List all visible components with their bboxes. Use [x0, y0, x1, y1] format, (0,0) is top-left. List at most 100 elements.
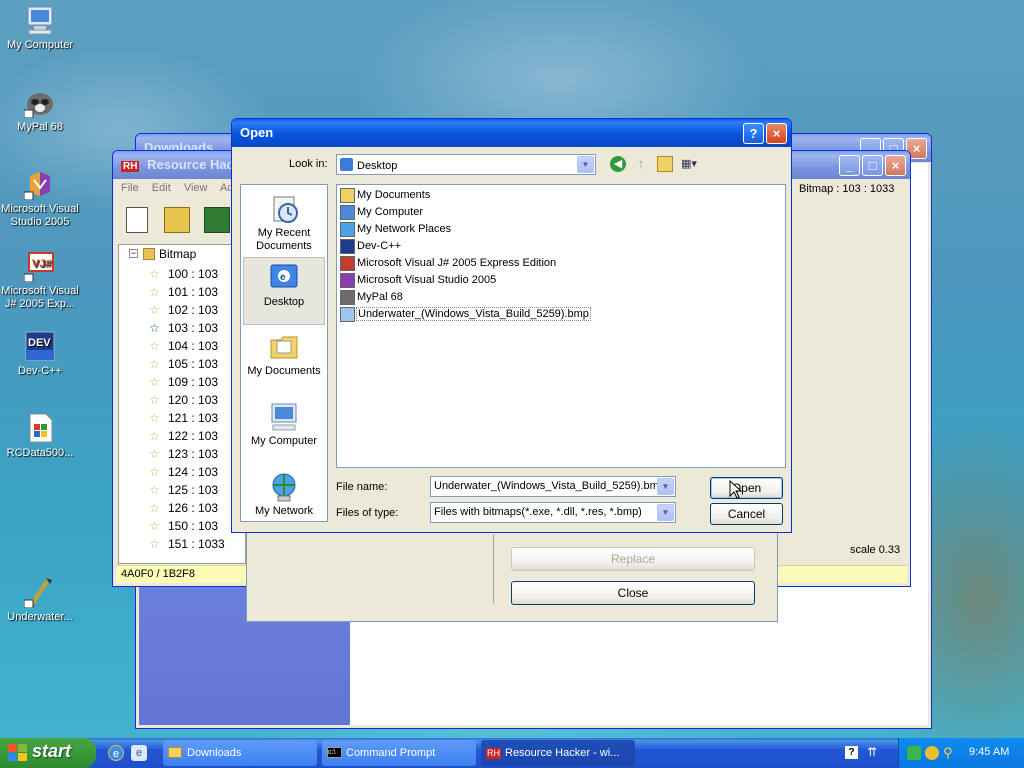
- open-dialog[interactable]: Open ? × Look in: Desktop ▼ ◀ ↑ ▦▾ My Re…: [231, 118, 792, 533]
- file-list-item[interactable]: MyPal 68: [340, 289, 782, 306]
- desktop-icon-label: Microsoft Visual J# 2005 Exp...: [1, 285, 79, 310]
- visual-j-icon: VJ#: [23, 250, 56, 283]
- file-list-item[interactable]: My Documents: [340, 187, 782, 204]
- network-tray-icon[interactable]: [907, 746, 921, 760]
- file-name-label: File name:: [336, 481, 388, 493]
- file-list[interactable]: My Documents My Computer My Network Places…: [336, 184, 786, 468]
- new-folder-icon[interactable]: [657, 156, 673, 172]
- internet-explorer-icon[interactable]: e: [108, 745, 124, 761]
- search-tray-icon[interactable]: ⚲: [943, 746, 957, 760]
- menu-edit[interactable]: Edit: [152, 182, 171, 194]
- start-button[interactable]: start: [0, 738, 96, 768]
- up-folder-icon[interactable]: ↑: [633, 156, 649, 172]
- close-dialog-button[interactable]: Close: [511, 581, 755, 605]
- desktop-icon-label: My Computer: [6, 39, 74, 51]
- close-label: Close: [617, 586, 649, 600]
- new-file-icon[interactable]: [126, 207, 148, 233]
- system-tray: ⚲ 9:45 AM: [898, 738, 1024, 768]
- file-name-text: Microsoft Visual J# 2005 Express Edition: [357, 257, 557, 269]
- task-resource-hacker[interactable]: RH Resource Hacker - wi...: [481, 740, 635, 766]
- place-my-recent-documents[interactable]: My Recent Documents: [243, 189, 325, 257]
- desktop-icon-devcpp[interactable]: DEV Dev-C++: [0, 330, 80, 378]
- file-list-item[interactable]: Microsoft Visual J# 2005 Express Edition: [340, 255, 782, 272]
- task-command-prompt[interactable]: c:\ Command Prompt: [322, 740, 476, 766]
- file-name-text: MyPal 68: [357, 291, 403, 303]
- file-list-item[interactable]: My Computer: [340, 204, 782, 221]
- open-folder-icon[interactable]: [164, 207, 190, 233]
- taskbar: start e e Downloads c:\ Command Prompt R…: [0, 738, 1024, 768]
- close-button[interactable]: ×: [885, 155, 906, 176]
- chevron-up-icon[interactable]: ⇈: [867, 745, 881, 759]
- help-label: ?: [749, 126, 758, 141]
- cancel-button[interactable]: Cancel: [710, 503, 783, 525]
- start-label: start: [32, 741, 72, 761]
- tree-item[interactable]: ☆ 151 : 1033: [149, 535, 225, 553]
- desktop-icon-visual-studio[interactable]: Microsoft Visual Studio 2005: [0, 168, 80, 229]
- open-button[interactable]: Open: [710, 477, 783, 499]
- star-icon: ☆: [149, 465, 160, 479]
- clock[interactable]: 9:45 AM: [969, 746, 1009, 758]
- rh-toolbar: [116, 199, 232, 241]
- tree-item-label: 123 : 103: [168, 447, 219, 461]
- help-button[interactable]: ?: [743, 123, 764, 144]
- back-icon[interactable]: ◀: [610, 156, 626, 172]
- tree-item[interactable]: ☆ 102 : 103: [149, 301, 218, 319]
- desktop-icon-underwater[interactable]: Underwater...: [0, 576, 80, 624]
- desktop-icon-visual-j[interactable]: VJ# Microsoft Visual J# 2005 Exp...: [0, 250, 80, 311]
- tree-item[interactable]: ☆ 121 : 103: [149, 409, 218, 427]
- tree-item[interactable]: ☆ 101 : 103: [149, 283, 218, 301]
- task-label: Command Prompt: [346, 747, 436, 759]
- place-desktop[interactable]: e Desktop: [243, 257, 325, 325]
- close-button[interactable]: ×: [766, 123, 787, 144]
- replace-button[interactable]: Replace: [511, 547, 755, 571]
- tree-item[interactable]: ☆ 120 : 103: [149, 391, 218, 409]
- place-my-documents[interactable]: My Documents: [243, 327, 325, 395]
- save-icon[interactable]: [204, 207, 230, 233]
- tree-item[interactable]: ☆ 103 : 103: [149, 319, 218, 337]
- file-list-item[interactable]: My Network Places: [340, 221, 782, 238]
- open-dialog-title: Open: [240, 125, 274, 140]
- desktop-icon-label: MyPal 68: [17, 121, 63, 133]
- folder-icon: [143, 248, 155, 260]
- task-downloads[interactable]: Downloads: [163, 740, 317, 766]
- view-menu-icon[interactable]: ▦▾: [681, 156, 705, 172]
- help-icon[interactable]: ?: [845, 746, 858, 759]
- file-type-select[interactable]: Files with bitmaps(*.exe, *.dll, *.res, …: [430, 502, 676, 523]
- tree-item[interactable]: ☆ 123 : 103: [149, 445, 218, 463]
- file-list-item[interactable]: Microsoft Visual Studio 2005: [340, 272, 782, 289]
- tree-item[interactable]: ☆ 124 : 103: [149, 463, 218, 481]
- file-list-item[interactable]: Dev-C++: [340, 238, 782, 255]
- desktop-icon-mypal[interactable]: MyPal 68: [0, 86, 80, 134]
- tree-item[interactable]: ☆ 109 : 103: [149, 373, 218, 391]
- show-desktop-icon[interactable]: e: [131, 745, 147, 761]
- tree-item[interactable]: ☆ 100 : 103: [149, 265, 218, 283]
- place-my-network[interactable]: My Network: [243, 467, 325, 535]
- look-in-combo[interactable]: Desktop ▼: [336, 154, 596, 175]
- rcdata-file-icon: [24, 412, 56, 444]
- minimize-button[interactable]: _: [839, 155, 860, 176]
- tree-root-bitmap[interactable]: Bitmap: [143, 247, 196, 261]
- tree-collapse-icon[interactable]: −: [129, 249, 138, 258]
- menu-view[interactable]: View: [184, 182, 208, 194]
- desktop-icon-rcdata[interactable]: RCData500...: [0, 412, 80, 460]
- tree-item[interactable]: ☆ 122 : 103: [149, 427, 218, 445]
- file-list-item[interactable]: Underwater_(Windows_Vista_Build_5259).bm…: [340, 306, 782, 323]
- open-dialog-titlebar[interactable]: Open ? ×: [232, 119, 791, 147]
- chevron-down-icon[interactable]: ▼: [657, 504, 674, 521]
- security-tray-icon[interactable]: [925, 746, 939, 760]
- menu-file[interactable]: File: [121, 182, 139, 194]
- chevron-down-icon[interactable]: ▼: [577, 156, 594, 173]
- tree-item[interactable]: ☆ 126 : 103: [149, 499, 218, 517]
- desktop-icon-my-computer[interactable]: My Computer: [0, 4, 80, 52]
- maximize-button[interactable]: □: [862, 155, 883, 176]
- replace-divider: [493, 534, 494, 604]
- chevron-down-icon[interactable]: ▼: [657, 478, 674, 495]
- place-my-computer[interactable]: My Computer: [243, 397, 325, 465]
- tree-item[interactable]: ☆ 105 : 103: [149, 355, 218, 373]
- resource-tree[interactable]: − Bitmap ☆ 100 : 103 ☆ 101 : 103 ☆ 102 : 103 ☆…: [118, 244, 246, 564]
- tree-item[interactable]: ☆ 150 : 103: [149, 517, 218, 535]
- file-name-input[interactable]: Underwater_(Windows_Vista_Build_5259).bm…: [430, 476, 676, 497]
- tree-item[interactable]: ☆ 104 : 103: [149, 337, 218, 355]
- tree-item[interactable]: ☆ 125 : 103: [149, 481, 218, 499]
- star-icon: ☆: [149, 357, 160, 371]
